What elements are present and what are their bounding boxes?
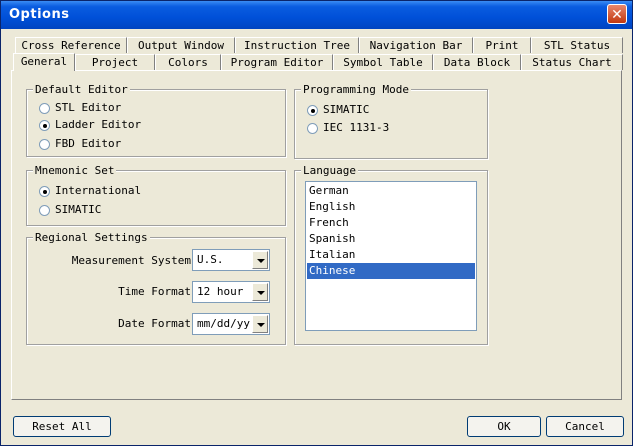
radio-selected-icon <box>39 120 50 131</box>
time-format-label: Time Format <box>118 285 191 298</box>
dropdown-button[interactable] <box>252 315 268 333</box>
radio-label: International <box>55 184 142 197</box>
tab-cross-reference[interactable]: Cross Reference <box>15 37 127 53</box>
tab-program-editor[interactable]: Program Editor <box>221 54 333 70</box>
tab-colors[interactable]: Colors <box>155 54 221 70</box>
radio-selected-icon <box>39 186 50 197</box>
measurement-system-label: Measurement System <box>71 254 191 267</box>
radio-icon <box>307 123 318 134</box>
tab-project[interactable]: Project <box>75 54 155 70</box>
measurement-system-select[interactable]: U.S. <box>192 249 270 271</box>
tab-data-block[interactable]: Data Block <box>433 54 521 70</box>
time-format-value: 12 hour <box>197 285 244 298</box>
dropdown-button[interactable] <box>252 251 268 269</box>
close-icon: ✕ <box>611 7 623 23</box>
list-item[interactable]: Italian <box>307 247 475 263</box>
language-legend: Language <box>301 164 358 177</box>
radio-label: STL Editor <box>55 101 122 114</box>
radio-icon <box>39 205 50 216</box>
list-item-selected[interactable]: Chinese <box>307 263 475 279</box>
radio-label: Ladder Editor <box>55 118 142 131</box>
programming-mode-legend: Programming Mode <box>301 83 411 96</box>
chevron-down-icon <box>257 291 265 295</box>
title-bar[interactable]: Options ✕ <box>1 1 632 29</box>
default-editor-legend: Default Editor <box>33 83 130 96</box>
list-item[interactable]: French <box>307 215 475 231</box>
radio-label: FBD Editor <box>55 137 122 150</box>
tab-print[interactable]: Print <box>473 37 531 53</box>
tab-status-chart[interactable]: Status Chart <box>521 54 623 70</box>
radio-label: SIMATIC <box>323 103 370 116</box>
radio-selected-icon <box>307 105 318 116</box>
list-item[interactable]: English <box>307 199 475 215</box>
list-item[interactable]: German <box>307 183 475 199</box>
window-title: Options <box>9 7 70 22</box>
tab-navigation-bar[interactable]: Navigation Bar <box>359 37 473 53</box>
list-item[interactable]: Spanish <box>307 231 475 247</box>
mnemonic-set-legend: Mnemonic Set <box>33 164 117 177</box>
chevron-down-icon <box>257 323 265 327</box>
date-format-label: Date Format <box>118 317 191 330</box>
radio-label: SIMATIC <box>55 203 102 216</box>
options-dialog: Options ✕ Cross Reference Output Window … <box>0 0 633 446</box>
tab-output-window[interactable]: Output Window <box>127 37 235 53</box>
reset-all-button[interactable]: Reset All <box>13 416 111 437</box>
ok-button[interactable]: OK <box>467 416 541 437</box>
radio-icon <box>39 139 50 150</box>
measurement-system-value: U.S. <box>197 253 224 266</box>
tab-symbol-table[interactable]: Symbol Table <box>333 54 433 70</box>
tab-instruction-tree[interactable]: Instruction Tree <box>235 37 359 53</box>
date-format-value: mm/dd/yy <box>197 317 250 330</box>
close-button[interactable]: ✕ <box>607 4 627 24</box>
radio-icon <box>39 103 50 114</box>
dropdown-button[interactable] <box>252 283 268 301</box>
cancel-button[interactable]: Cancel <box>546 416 624 437</box>
default-editor-group: Default Editor STL Editor Ladder Editor … <box>26 83 286 157</box>
mnemonic-set-group: Mnemonic Set International SIMATIC <box>26 164 286 226</box>
tab-stl-status[interactable]: STL Status <box>531 37 623 53</box>
programming-mode-group: Programming Mode SIMATIC IEC 1131-3 <box>294 83 488 159</box>
regional-settings-legend: Regional Settings <box>33 231 150 244</box>
radio-label: IEC 1131-3 <box>323 121 390 134</box>
tab-general[interactable]: General <box>13 53 75 71</box>
time-format-select[interactable]: 12 hour <box>192 281 270 303</box>
language-listbox[interactable]: German English French Spanish Italian Ch… <box>305 181 477 331</box>
chevron-down-icon <box>257 259 265 263</box>
date-format-select[interactable]: mm/dd/yy <box>192 313 270 335</box>
